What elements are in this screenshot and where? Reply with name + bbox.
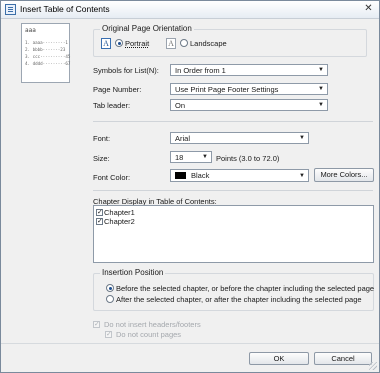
resize-grip-icon[interactable] <box>369 362 377 370</box>
symbols-value: In Order from 1 <box>175 66 226 75</box>
chevron-down-icon: ▼ <box>318 86 324 92</box>
chevron-down-icon: ▼ <box>202 154 208 160</box>
after-radio[interactable] <box>106 295 114 303</box>
insertion-position-group: Insertion Position Before the selected c… <box>93 268 374 311</box>
section-divider <box>93 121 373 122</box>
page-number-label: Page Number: <box>93 85 142 94</box>
size-label: Size: <box>93 154 110 163</box>
landscape-label[interactable]: Landscape <box>190 39 227 48</box>
window-title: Insert Table of Contents <box>20 4 110 14</box>
orientation-legend: Original Page Orientation <box>100 24 194 33</box>
no-count-checkbox[interactable]: ✓ <box>105 331 112 338</box>
font-color-select[interactable]: Black ▼ <box>170 169 309 182</box>
insert-toc-dialog: Insert Table of Contents ✕ aaa 1. aaaa··… <box>0 0 380 373</box>
title-bar[interactable]: Insert Table of Contents ✕ <box>1 1 379 19</box>
size-range-hint: Points (3.0 to 72.0) <box>216 154 280 163</box>
chapter2-checkbox[interactable]: ✓ <box>96 218 103 225</box>
portrait-radio[interactable] <box>115 39 123 47</box>
button-bar-divider <box>1 343 379 344</box>
font-color-label: Font Color: <box>93 173 131 182</box>
no-headers-label: Do not insert headers/footers <box>104 320 201 329</box>
landscape-page-icon: A <box>166 38 176 49</box>
chevron-down-icon: ▼ <box>299 173 305 179</box>
preview-heading: aaa <box>25 27 36 34</box>
color-swatch <box>175 172 186 179</box>
section-divider <box>93 190 373 191</box>
app-icon <box>5 4 16 15</box>
font-value: Arial <box>175 134 191 143</box>
close-icon[interactable]: ✕ <box>362 3 375 15</box>
before-option-label[interactable]: Before the selected chapter, or before t… <box>116 284 374 293</box>
font-select[interactable]: Arial ▼ <box>170 132 309 144</box>
page-number-select[interactable]: Use Print Page Footer Settings ▼ <box>170 83 328 95</box>
list-item[interactable]: ✓ Chapter1 <box>96 208 176 217</box>
chevron-down-icon: ▼ <box>318 67 324 73</box>
cancel-button[interactable]: Cancel <box>314 352 372 365</box>
portrait-label[interactable]: Portrait <box>125 39 149 48</box>
insertion-legend: Insertion Position <box>100 268 166 277</box>
chapter1-checkbox[interactable]: ✓ <box>96 209 103 216</box>
chevron-down-icon: ▼ <box>318 102 324 108</box>
tab-leader-label: Tab leader: <box>93 101 131 110</box>
tab-leader-select[interactable]: On ▼ <box>170 99 328 111</box>
orientation-group: Original Page Orientation A Portrait A L… <box>93 24 367 57</box>
more-colors-button[interactable]: More Colors... <box>314 168 374 182</box>
ok-button[interactable]: OK <box>249 352 309 365</box>
tab-leader-value: On <box>175 101 186 110</box>
preview-line: 3. ccc··········45 <box>25 54 71 59</box>
preview-line: 4. dddd·········67 <box>25 61 71 66</box>
symbols-label: Symbols for List(N): <box>93 66 159 75</box>
after-option-label[interactable]: After the selected chapter, or after the… <box>116 295 362 304</box>
chapter-label: Chapter1 <box>104 208 135 217</box>
font-label: Font: <box>93 134 111 143</box>
portrait-page-icon: A <box>101 38 111 49</box>
font-color-value: Black <box>191 171 210 180</box>
chapters-list[interactable]: ✓ Chapter1 ✓ Chapter2 <box>93 205 374 263</box>
list-item[interactable]: ✓ Chapter2 <box>96 217 176 226</box>
before-radio[interactable] <box>106 284 114 292</box>
no-headers-checkbox[interactable]: ✓ <box>93 321 100 328</box>
page-number-value: Use Print Page Footer Settings <box>175 85 279 94</box>
landscape-radio[interactable] <box>180 39 188 47</box>
chapter-label: Chapter2 <box>104 217 135 226</box>
no-count-label: Do not count pages <box>116 330 182 339</box>
chevron-down-icon: ▼ <box>299 135 305 141</box>
size-select[interactable]: 18 ▼ <box>170 151 212 163</box>
size-value: 18 <box>175 153 184 162</box>
toc-preview: aaa 1. aaaa·········1 2. bbbb·······23 3… <box>21 23 70 83</box>
preview-line: 2. bbbb·······23 <box>25 47 66 52</box>
preview-line: 1. aaaa·········1 <box>25 40 68 45</box>
symbols-select[interactable]: In Order from 1 ▼ <box>170 64 328 76</box>
